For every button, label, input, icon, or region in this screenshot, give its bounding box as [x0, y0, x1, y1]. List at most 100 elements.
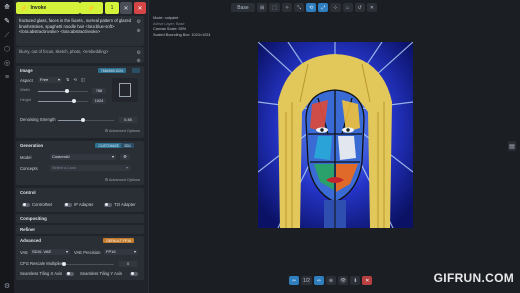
denoise-slider-handle[interactable] [81, 118, 86, 122]
swap-dimensions-icon[interactable]: ⇅ [66, 77, 70, 82]
image-advanced-toggle[interactable]: ⚙ Advanced Options [105, 128, 140, 133]
vae-select[interactable]: SDXL VAE ▾ [30, 248, 70, 255]
expand-icon: ⤢ [321, 4, 326, 11]
cancel-button[interactable]: ✕ [120, 2, 132, 14]
compositing-section-title: Compositing [20, 216, 47, 221]
canvas-info: Mode: outpaint Active Layer: Base Canvas… [153, 16, 229, 42]
invoke-button[interactable]: ⚡ Invoke [16, 2, 80, 14]
iterations-field[interactable]: 1 [105, 2, 119, 14]
control-section-title[interactable]: Control [20, 190, 36, 195]
height-label: Height [20, 98, 31, 102]
image-section-chevron-icon[interactable] [132, 68, 140, 73]
settings-icon[interactable]: ⚙ [137, 19, 141, 26]
ip-adapter-toggle[interactable] [64, 202, 72, 207]
queue-icon[interactable]: ≡ [2, 72, 12, 82]
layer-value: Base [237, 4, 249, 11]
pointer-tool-button[interactable]: ⊹ [330, 3, 341, 12]
width-slider-handle[interactable] [65, 89, 69, 93]
undo-button[interactable]: ↺ [354, 3, 365, 12]
denoise-slider[interactable] [58, 118, 114, 122]
settings-icon[interactable]: ⚙ [2, 281, 12, 291]
arrow-left-icon: ⇦ [291, 277, 297, 284]
image-counter-text: 1/2 [303, 277, 310, 284]
width-field[interactable]: 768 [92, 87, 106, 94]
bbox-button[interactable]: ⬚ [269, 3, 280, 12]
refiner-section[interactable]: Refiner [16, 225, 144, 234]
invoke-logo-icon[interactable]: ⟰ [2, 2, 12, 12]
height-field[interactable]: 1024 [92, 97, 106, 104]
add-embedding-icon[interactable]: ⊕ [137, 58, 141, 64]
sparkle-icon: ✧ [284, 4, 290, 11]
generation-advanced-toggle[interactable]: ⚙ Advanced Options [105, 177, 140, 182]
height-slider-fill [38, 100, 74, 102]
grid-icon: ⊞ [260, 4, 265, 11]
home-button[interactable]: ⌂ [342, 3, 353, 12]
vae-precision-select[interactable]: FP16 ▾ [104, 248, 138, 255]
height-slider-handle[interactable] [72, 99, 76, 103]
generation-section-title[interactable]: Generation [20, 143, 43, 148]
seamless-x-toggle[interactable] [66, 271, 74, 276]
height-slider[interactable] [38, 99, 88, 103]
aspect-tools: ⇅ ⟲ ◫ [66, 77, 85, 82]
text-to-image-icon[interactable]: ✎ [2, 16, 12, 26]
grid-toggle-button[interactable]: ⊞ [257, 3, 268, 12]
cfg-rescale-slider-handle[interactable] [62, 262, 66, 266]
layer-select[interactable]: Base [231, 3, 255, 12]
download-icon: ⬇ [353, 277, 358, 284]
gallery-toggle-button[interactable]: ▤ [508, 141, 516, 151]
prev-image-button[interactable]: ⇦ [289, 276, 299, 285]
t2i-adapter-toggle-row: T2I Adapter [104, 202, 136, 207]
rotate-tool-button[interactable]: ⟲ [306, 3, 317, 12]
controlnet-toggle-row: ControlNet [22, 202, 52, 207]
move-tool-button[interactable]: ⤡ [294, 3, 305, 12]
controlnet-toggle[interactable] [22, 202, 30, 207]
image-section-title[interactable]: Image [20, 68, 33, 73]
clear-queue-button[interactable]: ✕ [134, 2, 146, 14]
discard-button[interactable]: ✕ [362, 276, 373, 285]
generated-image[interactable] [258, 42, 413, 228]
crosshair-icon: ⊹ [333, 4, 338, 11]
denoise-field[interactable]: 0.45 [119, 116, 137, 123]
control-section: Control ControlNet IP Adapter T2I Adapte… [16, 188, 144, 212]
next-image-button[interactable]: ⇨ [313, 276, 324, 285]
parameters-panel: ⚡ Invoke ⚡ 1 ✕ ✕ fractured glass, faces … [14, 0, 149, 293]
seamless-y-toggle[interactable] [130, 271, 138, 276]
toggle-visibility-button[interactable]: 👁 [337, 276, 349, 285]
reset-canvas-button[interactable]: ✕ [366, 3, 377, 12]
aspect-label: Aspect [20, 78, 33, 83]
advanced-section-title[interactable]: Advanced [20, 238, 41, 243]
undo-icon: ↺ [357, 4, 362, 11]
cancel-icon: ✕ [123, 5, 129, 12]
magic-button[interactable]: ✧ [281, 3, 293, 12]
prompt-side-icons: ⚙ ⊕ [137, 19, 141, 35]
width-label: Width [20, 88, 30, 92]
accept-button[interactable]: ⊕ [325, 276, 336, 285]
aspect-select[interactable]: Free ▾ [38, 76, 62, 83]
close-icon: ✕ [369, 4, 374, 11]
refiner-section-title: Refiner [20, 227, 36, 232]
save-button[interactable]: ⬇ [350, 276, 361, 285]
add-embedding-icon[interactable]: ⊕ [137, 28, 141, 35]
model-select[interactable]: CustomAI ▾ [50, 153, 116, 160]
brush-icon[interactable]: ⟋ [2, 30, 12, 40]
vae-precision-label: VAE Precision [74, 250, 101, 255]
nodes-icon[interactable]: ⬡ [2, 44, 12, 54]
invoke-options-button[interactable]: ⚡ [80, 2, 103, 14]
cfg-rescale-slider[interactable] [62, 262, 114, 266]
models-icon[interactable]: ◎ [2, 58, 12, 68]
fit-tool-button[interactable]: ⤢ [318, 3, 329, 12]
lock-ratio-icon[interactable]: ◫ [81, 77, 85, 82]
t2i-adapter-toggle[interactable] [104, 202, 112, 207]
plus-icon: ⊕ [328, 277, 334, 284]
concepts-select[interactable]: Select a Lora ▾ [50, 164, 130, 171]
cfg-rescale-field[interactable]: 0 [119, 260, 137, 267]
advanced-badge: DEFAULT FP16 [103, 238, 134, 243]
positive-prompt-input[interactable]: fractured glass, faces in the facets., s… [16, 16, 144, 46]
reset-icon[interactable]: ⟲ [74, 77, 78, 82]
settings-icon[interactable]: ⚙ [137, 50, 141, 56]
concepts-placeholder: Select a Lora [52, 165, 76, 170]
compositing-section[interactable]: Compositing [16, 214, 144, 223]
model-settings-button[interactable]: ⚙ [120, 153, 130, 160]
negative-prompt-input[interactable]: blurry, out of focus, sketch, photo, <em… [16, 47, 144, 64]
width-slider[interactable] [38, 89, 88, 93]
